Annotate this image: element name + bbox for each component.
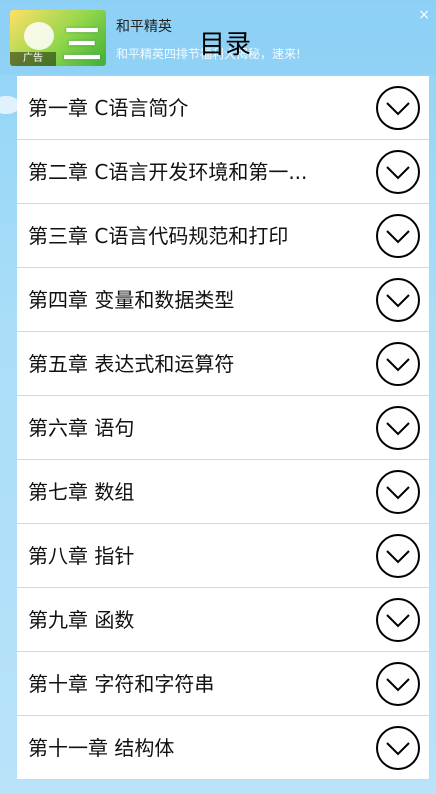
chevron-down-circle-icon[interactable]: [375, 277, 421, 323]
chapter-label: 第八章 指针: [28, 544, 135, 568]
chapter-label: 第七章 数组: [28, 480, 135, 504]
chevron-down-circle-icon[interactable]: [375, 533, 421, 579]
chapter-row[interactable]: 第七章 数组: [17, 460, 429, 524]
chapter-row[interactable]: 第三章 C语言代码规范和打印: [17, 204, 429, 268]
chevron-down-circle-icon[interactable]: [375, 469, 421, 515]
page-title: 目录: [198, 30, 251, 60]
chevron-down-circle-icon[interactable]: [375, 341, 421, 387]
chapter-label: 第九章 函数: [28, 608, 135, 632]
chapter-row[interactable]: 第二章 C语言开发环境和第一...: [17, 140, 429, 204]
chevron-down-circle-icon[interactable]: [375, 213, 421, 259]
chapter-row[interactable]: 第九章 函数: [17, 588, 429, 652]
chapter-label: 第五章 表达式和运算符: [28, 352, 235, 376]
chapter-label: 第一章 C语言简介: [28, 96, 189, 120]
chevron-down-circle-icon[interactable]: [375, 597, 421, 643]
ad-close-icon[interactable]: ×: [418, 8, 430, 22]
chapter-row[interactable]: 第十一章 结构体: [17, 716, 429, 780]
chapter-row[interactable]: 第六章 语句: [17, 396, 429, 460]
chapter-label: 第三章 C语言代码规范和打印: [28, 224, 289, 248]
chevron-down-circle-icon[interactable]: [375, 85, 421, 131]
chapter-label: 第十章 字符和字符串: [28, 672, 215, 696]
chevron-down-circle-icon[interactable]: [375, 149, 421, 195]
chapter-row[interactable]: 第十章 字符和字符串: [17, 652, 429, 716]
chapter-row[interactable]: 第一章 C语言简介: [17, 76, 429, 140]
chapter-label: 第六章 语句: [28, 416, 135, 440]
chevron-down-circle-icon[interactable]: [375, 725, 421, 771]
chapter-row[interactable]: 第八章 指针: [17, 524, 429, 588]
chapter-row[interactable]: 第五章 表达式和运算符: [17, 332, 429, 396]
chevron-down-circle-icon[interactable]: [375, 405, 421, 451]
chevron-down-circle-icon[interactable]: [375, 661, 421, 707]
chapter-label: 第十一章 结构体: [28, 736, 175, 760]
chapter-row[interactable]: 第四章 变量和数据类型: [17, 268, 429, 332]
chapter-list: 第一章 C语言简介 第二章 C语言开发环境和第一... 第三章 C语言代码规范和…: [17, 76, 429, 780]
chapter-label: 第二章 C语言开发环境和第一...: [28, 160, 308, 184]
chapter-label: 第四章 变量和数据类型: [28, 288, 235, 312]
